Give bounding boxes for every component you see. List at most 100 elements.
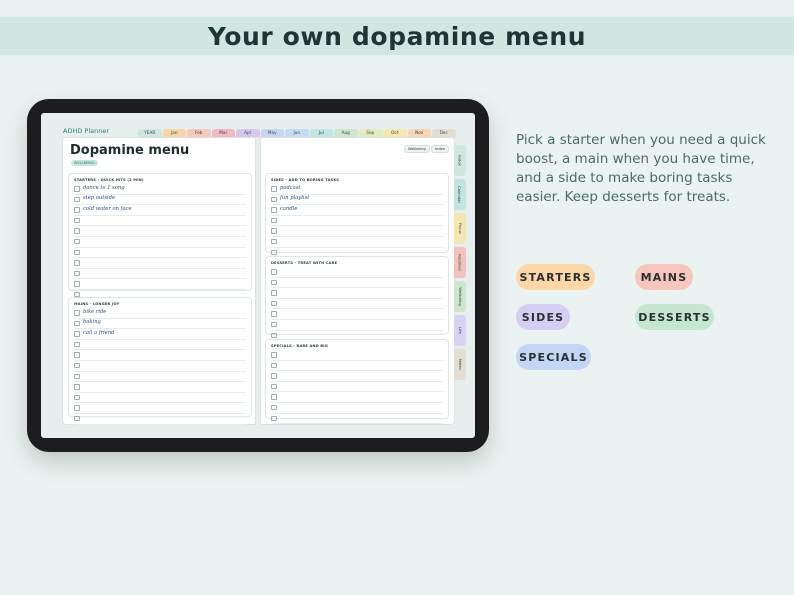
checkbox[interactable] xyxy=(74,270,80,277)
list-item[interactable] xyxy=(271,309,443,320)
tab-month-feb[interactable]: Feb xyxy=(187,129,211,137)
checkbox[interactable] xyxy=(74,228,80,234)
list-item[interactable]: bike ride xyxy=(74,308,246,319)
list-item[interactable] xyxy=(271,371,443,382)
checkbox[interactable] xyxy=(271,269,277,275)
checkbox[interactable] xyxy=(271,186,277,192)
list-item[interactable] xyxy=(271,320,443,331)
list-item[interactable] xyxy=(74,216,246,227)
tab-month-nov[interactable]: Nov xyxy=(407,129,431,137)
checkbox[interactable] xyxy=(271,207,277,213)
checkbox[interactable] xyxy=(74,207,80,213)
tab-month-dec[interactable]: Dec xyxy=(432,129,456,137)
checkbox[interactable] xyxy=(74,415,80,422)
checkbox[interactable] xyxy=(74,186,80,192)
checkbox[interactable] xyxy=(74,260,80,266)
list-item[interactable] xyxy=(271,237,443,248)
checkbox[interactable] xyxy=(74,362,80,369)
checkbox[interactable] xyxy=(74,310,80,316)
wellbeing-link[interactable]: Wellbeing xyxy=(404,145,430,153)
list-item[interactable] xyxy=(271,278,443,289)
side-tab-focus[interactable]: Focus xyxy=(454,213,466,244)
list-item[interactable] xyxy=(271,414,443,425)
side-tab-life[interactable]: Life xyxy=(454,315,466,346)
tab-month-jun[interactable]: Jun xyxy=(285,129,309,137)
list-item[interactable]: podcast xyxy=(271,184,443,195)
tab-month-year[interactable]: YEAR xyxy=(138,129,162,137)
list-item[interactable] xyxy=(74,361,246,372)
index-link[interactable]: Index xyxy=(431,145,449,153)
tab-month-sep[interactable]: Sep xyxy=(358,129,382,137)
list-item[interactable] xyxy=(74,382,246,393)
checkbox[interactable] xyxy=(271,404,277,411)
list-item[interactable] xyxy=(74,269,246,280)
list-item[interactable] xyxy=(74,403,246,414)
list-item[interactable] xyxy=(74,350,246,361)
list-item[interactable]: call a friend xyxy=(74,329,246,340)
side-tab-calendar[interactable]: Calendar xyxy=(454,179,466,210)
checkbox[interactable] xyxy=(271,196,277,203)
list-item[interactable] xyxy=(74,393,246,404)
checkbox[interactable] xyxy=(74,341,80,348)
checkbox[interactable] xyxy=(271,300,277,307)
checkbox[interactable] xyxy=(271,362,277,369)
tab-month-mar[interactable]: Mar xyxy=(211,129,235,137)
side-tab-index[interactable]: Index xyxy=(454,145,466,176)
checkbox[interactable] xyxy=(271,279,277,286)
tab-month-oct[interactable]: Oct xyxy=(383,129,407,137)
list-item[interactable] xyxy=(74,414,246,425)
list-item[interactable] xyxy=(271,392,443,403)
list-item[interactable] xyxy=(74,248,246,259)
checkbox[interactable] xyxy=(271,238,277,245)
side-tab-wellbeing[interactable]: Wellbeing xyxy=(454,281,466,312)
checkbox[interactable] xyxy=(271,321,277,328)
list-item[interactable] xyxy=(74,237,246,248)
list-item[interactable] xyxy=(74,226,246,237)
checkbox[interactable] xyxy=(74,394,80,401)
list-item[interactable] xyxy=(271,350,443,361)
list-item[interactable] xyxy=(74,258,246,269)
side-tab-notes[interactable]: Notes xyxy=(454,349,466,380)
list-item[interactable]: fun playlist xyxy=(271,195,443,206)
checkbox[interactable] xyxy=(271,217,277,224)
checkbox[interactable] xyxy=(74,320,80,327)
list-item[interactable] xyxy=(271,216,443,227)
planner-brand[interactable]: ADHD Planner xyxy=(63,127,109,135)
side-tab-routines[interactable]: Routines xyxy=(454,247,466,278)
checkbox[interactable] xyxy=(271,415,277,422)
list-item[interactable] xyxy=(271,382,443,393)
list-item[interactable] xyxy=(74,372,246,383)
checkbox[interactable] xyxy=(74,217,80,224)
checkbox[interactable] xyxy=(271,352,277,358)
checkbox[interactable] xyxy=(74,405,80,411)
list-item[interactable]: candle xyxy=(271,205,443,216)
checkbox[interactable] xyxy=(74,331,80,337)
checkbox[interactable] xyxy=(74,384,80,390)
checkbox[interactable] xyxy=(74,352,80,358)
list-item[interactable]: baking xyxy=(74,319,246,330)
checkbox[interactable] xyxy=(271,228,277,234)
checkbox[interactable] xyxy=(74,281,80,287)
checkbox[interactable] xyxy=(74,373,80,380)
list-item[interactable] xyxy=(74,279,246,290)
checkbox[interactable] xyxy=(271,311,277,317)
checkbox[interactable] xyxy=(271,332,277,339)
checkbox[interactable] xyxy=(271,394,277,400)
list-item[interactable]: dance to 1 song xyxy=(74,184,246,195)
list-item[interactable] xyxy=(271,403,443,414)
list-item[interactable] xyxy=(271,361,443,372)
list-item[interactable] xyxy=(271,267,443,278)
tab-month-apr[interactable]: Apr xyxy=(236,129,260,137)
tab-month-jan[interactable]: Jan xyxy=(162,129,186,137)
checkbox[interactable] xyxy=(271,373,277,379)
list-item[interactable] xyxy=(74,340,246,351)
tab-month-may[interactable]: May xyxy=(260,129,284,137)
list-item[interactable] xyxy=(271,226,443,237)
list-item[interactable] xyxy=(271,288,443,299)
checkbox[interactable] xyxy=(74,196,80,203)
checkbox[interactable] xyxy=(74,238,80,245)
list-item[interactable] xyxy=(271,299,443,310)
checkbox[interactable] xyxy=(271,290,277,296)
checkbox[interactable] xyxy=(271,383,277,390)
tab-month-jul[interactable]: Jul xyxy=(309,129,333,137)
